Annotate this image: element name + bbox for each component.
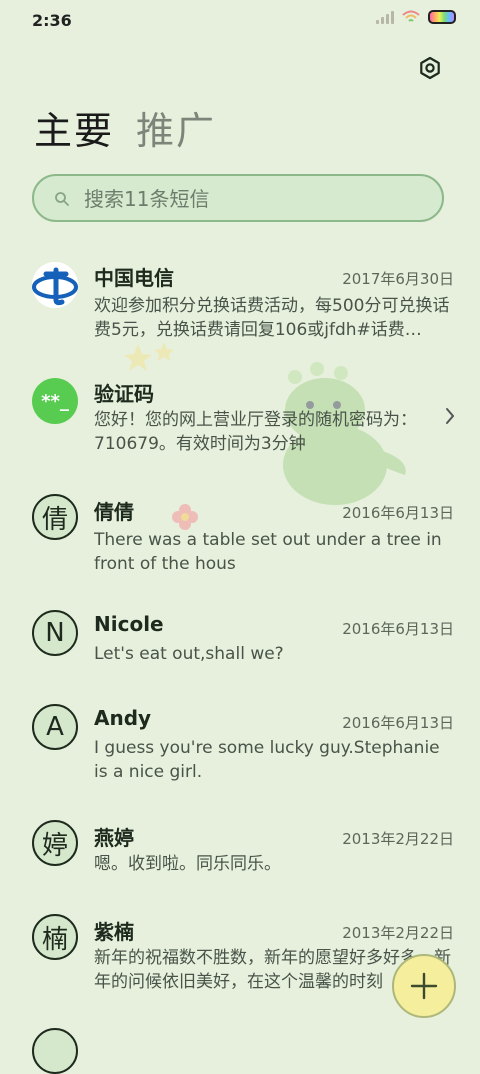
- contact-name: 验证码: [94, 382, 154, 406]
- message-date: 2013年2月22日: [342, 830, 454, 848]
- avatar: **_: [32, 378, 78, 424]
- message-preview: Let's eat out,shall we?: [94, 644, 284, 664]
- avatar: [32, 1028, 78, 1074]
- tab-main[interactable]: 主要: [34, 106, 114, 156]
- tab-bar: 主要 推广: [34, 106, 216, 156]
- search-input[interactable]: [82, 184, 426, 214]
- avatar: 婷: [32, 820, 78, 866]
- status-icons: [376, 10, 456, 24]
- message-preview: 嗯。收到啦。同乐同乐。: [94, 854, 281, 874]
- message-preview: I guess you're some lucky guy.Stephanie …: [94, 738, 440, 782]
- contact-name: 中国电信: [94, 266, 174, 290]
- new-message-button[interactable]: [392, 954, 456, 1018]
- message-date: 2016年6月13日: [342, 620, 454, 638]
- message-date: 2016年6月13日: [342, 714, 454, 732]
- list-item[interactable]: A Andy 2016年6月13日 I guess you're some lu…: [0, 696, 480, 796]
- avatar: [32, 262, 78, 308]
- china-telecom-logo-icon: [32, 262, 78, 308]
- message-date: 2017年6月30日: [342, 270, 454, 288]
- chevron-right-icon: [446, 408, 455, 424]
- list-item[interactable]: 婷 燕婷 2013年2月22日 嗯。收到啦。同乐同乐。: [0, 812, 480, 892]
- contact-name: Nicole: [94, 612, 164, 636]
- tab-promotions[interactable]: 推广: [136, 106, 216, 156]
- avatar: A: [32, 704, 78, 750]
- contact-name: 紫楠: [94, 920, 134, 944]
- message-date: 2016年6月13日: [342, 504, 454, 522]
- list-item[interactable]: [0, 1028, 480, 1074]
- signal-icon: [376, 10, 394, 24]
- contact-name: 倩倩: [94, 500, 134, 524]
- list-item[interactable]: **_ 验证码 您好！您的网上营业厅登录的随机密码为：710679。有效时间为3…: [0, 366, 480, 466]
- plus-icon: [410, 972, 438, 1000]
- contact-name: 燕婷: [94, 826, 134, 850]
- list-item[interactable]: N Nicole 2016年6月13日 Let's eat out,shall …: [0, 602, 480, 682]
- wifi-icon: [402, 10, 420, 24]
- settings-button[interactable]: [418, 56, 442, 80]
- search-bar[interactable]: [32, 174, 444, 222]
- avatar: 倩: [32, 494, 78, 540]
- contact-name: Andy: [94, 706, 152, 730]
- message-preview: There was a table set out under a tree i…: [94, 530, 442, 574]
- message-preview: 欢迎参加积分兑换话费活动，每500分可兑换话费5元，兑换话费请回复106或jfd…: [94, 296, 450, 340]
- gear-icon: [420, 56, 440, 80]
- avatar: N: [32, 610, 78, 656]
- list-item[interactable]: 倩 倩倩 2016年6月13日 There was a table set ou…: [0, 486, 480, 586]
- search-icon: [55, 192, 69, 206]
- status-bar: 2:36: [0, 0, 480, 40]
- avatar: 楠: [32, 914, 78, 960]
- list-item[interactable]: 中国电信 2017年6月30日 欢迎参加积分兑换话费活动，每500分可兑换话费5…: [0, 246, 480, 346]
- battery-icon: [428, 10, 456, 24]
- status-time: 2:36: [32, 11, 72, 30]
- message-date: 2013年2月22日: [342, 924, 454, 942]
- message-preview: 您好！您的网上营业厅登录的随机密码为：710679。有效时间为3分钟: [94, 410, 417, 454]
